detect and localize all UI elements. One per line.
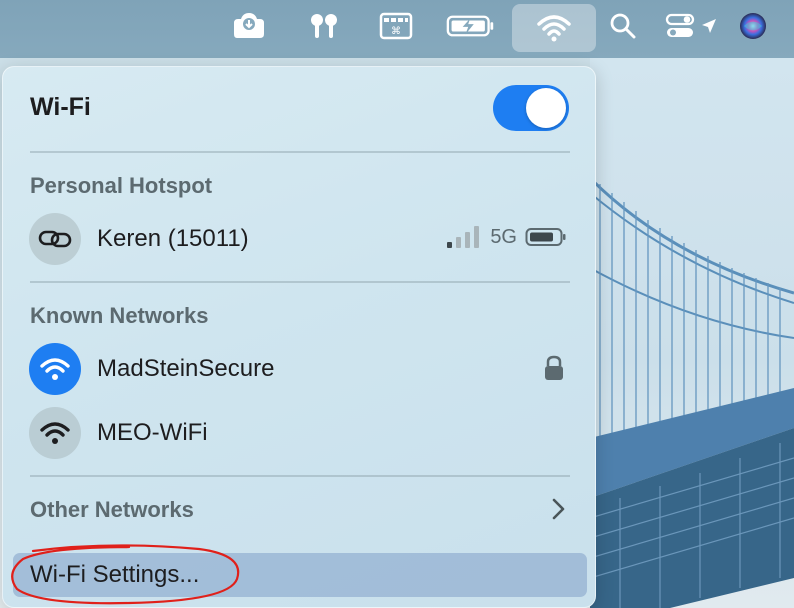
battery-charging-icon[interactable] <box>446 0 496 52</box>
divider <box>30 475 570 477</box>
wifi-menu-panel: Wi-Fi Personal Hotspot Keren (15011) 5G <box>2 66 596 608</box>
wifi-icon <box>29 407 81 459</box>
battery-icon <box>525 228 566 246</box>
wifi-icon <box>537 15 571 42</box>
chevron-right-icon <box>551 497 567 526</box>
annotation-circle <box>9 543 249 608</box>
band-label: 5G <box>490 225 517 248</box>
location-arrow-icon[interactable] <box>694 0 724 52</box>
section-other-networks: Other Networks <box>30 497 194 522</box>
wifi-menu-button[interactable] <box>512 4 596 52</box>
panel-title: Wi-Fi <box>30 93 91 121</box>
section-known-networks: Known Networks <box>30 303 209 328</box>
network-name: MadSteinSecure <box>97 355 275 382</box>
desktop-wallpaper <box>590 58 794 608</box>
network-name: MEO-WiFi <box>97 419 208 446</box>
toggle-knob <box>526 88 566 128</box>
hotspot-link-icon <box>29 213 81 265</box>
menu-bar: ⌘ <box>0 0 794 58</box>
divider <box>30 151 570 153</box>
cloud-download-icon[interactable] <box>224 0 274 52</box>
search-icon[interactable] <box>598 0 648 52</box>
lock-icon <box>543 355 565 386</box>
signal-strength-icon <box>447 226 480 248</box>
control-center-icon[interactable] <box>662 0 698 52</box>
keyboard-cmd-icon[interactable]: ⌘ <box>371 0 421 52</box>
divider <box>30 281 570 283</box>
section-personal-hotspot: Personal Hotspot <box>30 173 213 198</box>
wifi-toggle[interactable] <box>493 85 569 131</box>
network-name: Keren (15011) <box>97 225 249 252</box>
airpods-icon[interactable] <box>299 0 349 52</box>
wifi-icon <box>29 343 81 395</box>
hotspot-meta: 5G <box>446 225 567 249</box>
siri-icon[interactable] <box>728 0 778 52</box>
svg-text:⌘: ⌘ <box>391 26 401 37</box>
